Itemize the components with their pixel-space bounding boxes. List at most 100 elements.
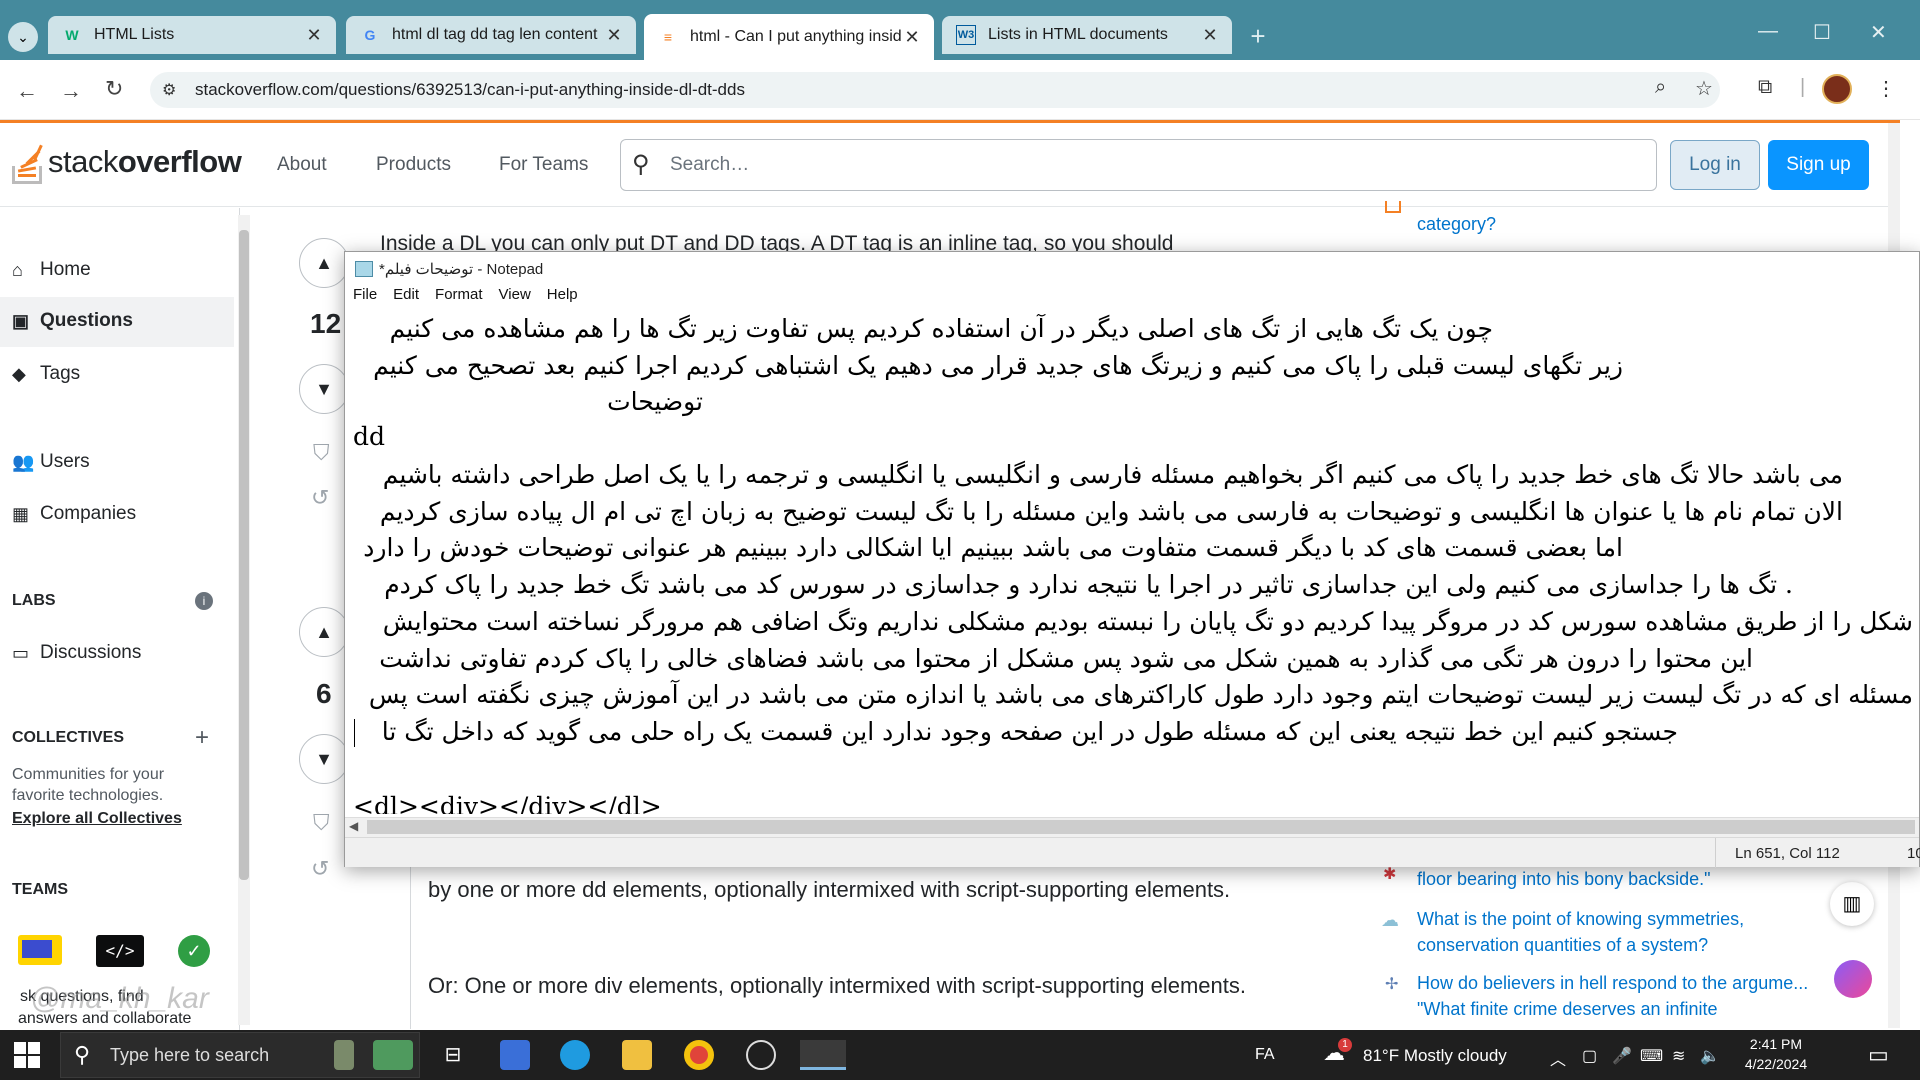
upvote-button[interactable]: ▲ [299,607,349,657]
close-tab-icon[interactable]: ✕ [902,27,922,48]
hot-question-link[interactable]: How do believers in hell respond to the … [1417,970,1808,996]
show-hidden-icons-chevron-icon[interactable]: ︿ [1550,1046,1566,1070]
reload-icon[interactable]: ↻ [105,76,123,102]
trash-icon[interactable] [334,1040,354,1070]
downvote-button[interactable]: ▼ [299,734,349,784]
notepad-taskbar-icon[interactable] [800,1040,846,1070]
wifi-icon[interactable]: ≋ [1672,1046,1685,1066]
bookmark-icon[interactable]: ⛉ [313,810,330,836]
site-info-icon[interactable]: ⚙ [162,80,176,100]
address-url[interactable]: stackoverflow.com/questions/6392513/can-… [195,80,745,100]
forward-arrow-icon[interactable]: → [60,78,82,104]
more-menu-icon[interactable]: ⋮ [1876,76,1896,101]
upvote-button[interactable]: ▲ [299,238,349,288]
signup-button[interactable]: Sign up [1768,140,1869,190]
sidebar-link[interactable]: category? [1417,211,1496,237]
sidebar-item-tags[interactable]: ◆ Tags [12,363,80,385]
hot-question-link[interactable]: floor bearing into his bony backside." [1417,866,1711,892]
nav-about[interactable]: About [277,154,327,176]
tab-google-search[interactable]: G html dl tag dd tag len content ✕ [346,16,636,54]
file-explorer-icon[interactable] [622,1040,652,1070]
so-logo[interactable]: stackoverflow [12,140,242,184]
chrome-icon[interactable] [684,1040,714,1070]
nav-for-teams[interactable]: For Teams [499,154,588,176]
scroll-left-arrow-icon[interactable]: ◀ [349,819,358,833]
blockquote-border [410,864,411,1029]
volume-icon[interactable]: 🔈 [1700,1046,1720,1066]
language-indicator[interactable]: FA [1255,1046,1275,1064]
add-collective-plus-icon[interactable]: + [195,724,209,752]
search-input[interactable] [620,139,1657,191]
menu-edit[interactable]: Edit [393,286,419,314]
tag-icon: ◆ [12,363,26,384]
tab-title: Lists in HTML documents [988,26,1168,43]
left-sidebar-scroll-thumb[interactable] [239,230,249,880]
home-icon: ⌂ [12,259,23,280]
clock-date: 4/22/2024 [1744,1056,1808,1072]
menu-view[interactable]: View [499,286,531,314]
search-placeholder: Search… [670,154,750,175]
notepad-text-area[interactable]: چون یک تگ هایی از تگ های اصلی دیگر در آن… [353,314,1913,814]
taskbar-clock[interactable]: 2:41 PM 4/22/2024 [1736,1034,1816,1074]
bookmark-icon[interactable]: ⛉ [313,440,330,466]
history-icon[interactable]: ↺ [311,485,329,511]
close-window-icon[interactable]: ✕ [1870,20,1887,45]
menu-help[interactable]: Help [547,286,578,314]
windows-start-icon[interactable] [14,1042,40,1068]
obs-icon[interactable] [746,1040,776,1070]
hot-question-link[interactable]: "What finite crime deserves an infinite [1417,996,1718,1026]
google-favicon-icon: G [364,27,376,43]
explore-collectives-link[interactable]: Explore all Collectives [12,810,182,828]
text-line: این محتوا را درون هر تگی می گذارد به همی… [379,644,1753,673]
sidebar-item-companies[interactable]: ▦ Companies [12,503,136,525]
downvote-button[interactable]: ▼ [299,364,349,414]
back-arrow-icon[interactable]: ← [16,78,38,104]
notepad-titlebar[interactable]: *توضیحات فیلم - Notepad [345,252,1919,286]
extensions-puzzle-icon[interactable]: ⧉ [1758,76,1772,99]
tab-search-chevron-icon[interactable]: ⌄ [8,22,38,52]
close-tab-icon[interactable]: ✕ [304,25,324,46]
info-icon[interactable]: i [195,592,213,610]
map-app-icon[interactable] [373,1040,413,1070]
tab-w3-lists[interactable]: W3 Lists in HTML documents ✕ [942,16,1232,54]
store-icon[interactable] [500,1040,530,1070]
nav-products[interactable]: Products [376,154,451,176]
assistant-brain-icon[interactable] [1834,960,1872,998]
bookmark-star-icon[interactable]: ☆ [1695,76,1713,101]
task-view-icon[interactable]: ⊟ [438,1040,468,1070]
new-tab-plus-icon[interactable]: + [1243,22,1273,52]
sidebar-item-home[interactable]: ⌂ Home [12,259,91,281]
close-tab-icon[interactable]: ✕ [604,25,624,46]
edge-icon[interactable] [560,1040,590,1070]
network-device-icon[interactable]: ▢ [1582,1046,1597,1066]
close-tab-icon[interactable]: ✕ [1200,25,1220,46]
menu-file[interactable]: File [353,286,377,314]
tab-html-lists[interactable]: W HTML Lists ✕ [48,16,336,54]
sidebar-item-users[interactable]: 👥 Users [12,451,90,473]
profile-avatar[interactable] [1822,74,1852,104]
answer-paragraph: by one or more dd elements, optionally i… [428,877,1231,902]
minimize-icon[interactable]: — [1758,20,1778,43]
history-icon[interactable]: ↺ [311,856,329,882]
hot-question-link[interactable]: What is the point of knowing symmetries,… [1417,906,1777,958]
weather-badge: 1 [1338,1038,1352,1052]
weather-text[interactable]: 81°F Mostly cloudy [1363,1046,1507,1066]
reader-mode-icon[interactable]: ▥ [1830,882,1874,926]
login-button[interactable]: Log in [1670,140,1760,190]
text-line: . تگ ها را جداسازی می کنیم ولی این جداسا… [384,570,1793,599]
sidebar-item-questions[interactable]: ▣ Questions [12,310,133,332]
maximize-icon[interactable]: ☐ [1813,20,1831,45]
tab-title: html - Can I put anything insid [690,28,902,45]
sidebar-item-label: Home [40,259,91,280]
notepad-scroll-thumb[interactable] [367,820,1915,834]
site-icon: ✱ [1383,866,1397,883]
sidebar-item-label: Companies [40,503,137,524]
tab-stackoverflow[interactable]: ≡ html - Can I put anything insid ✕ [644,14,934,60]
microphone-icon[interactable]: 🎤 [1612,1046,1632,1066]
menu-format[interactable]: Format [435,286,483,314]
zoom-icon[interactable]: ⌕ [1655,76,1666,99]
sidebar-item-discussions[interactable]: ▭ Discussions [12,642,141,664]
keyboard-icon[interactable]: ⌨ [1640,1046,1663,1066]
sidebar-item-label: Tags [40,363,81,384]
notifications-icon[interactable]: ▭ [1868,1042,1889,1068]
